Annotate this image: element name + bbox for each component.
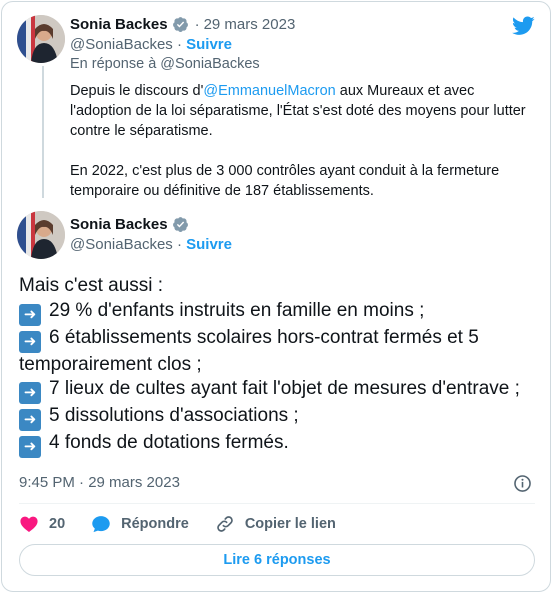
separator-dot: · [176, 236, 182, 253]
list-item-text: 5 dissolutions d'associations ; [49, 405, 299, 426]
tweet-embed-card: Sonia Backes · 29 mars 2023 @SoniaBackes… [1, 1, 551, 592]
main-tweet-text: Mais c'est aussi : ➜ 29 % d'enfants instr… [19, 274, 539, 458]
right-arrow-icon: ➜ [19, 382, 41, 404]
avatar[interactable] [17, 15, 65, 63]
tweet-timestamp[interactable]: 9:45 PM · 29 mars 2023 [19, 474, 180, 491]
list-item: ➜ 4 fonds de dotations fermés. [19, 431, 539, 458]
list-item: ➜ 6 établissements scolaires hors-contrat… [19, 326, 539, 378]
verified-badge-icon [172, 17, 188, 32]
read-replies-button[interactable]: Lire 6 réponses [19, 544, 535, 576]
tweet-date[interactable]: 29 mars 2023 [204, 16, 296, 33]
reply-button[interactable]: Répondre [91, 514, 189, 534]
list-item: ➜ 29 % d'enfants instruits en famille en … [19, 299, 539, 326]
author-handle[interactable]: @SoniaBackes [70, 236, 173, 253]
verified-badge-icon [172, 217, 188, 232]
list-item-text: 4 fonds de dotations fermés. [49, 432, 289, 453]
copy-link-button[interactable]: Copier le lien [215, 514, 336, 534]
mention-link[interactable]: @EmmanuelMacron [203, 83, 335, 99]
parent-paragraph-2: En 2022, c'est plus de 3 000 contrôles a… [70, 163, 500, 199]
follow-link[interactable]: Suivre [186, 236, 232, 253]
avatar[interactable] [17, 211, 65, 259]
separator-dot: · [194, 16, 200, 33]
link-icon [217, 516, 233, 532]
author-handle[interactable]: @SoniaBackes [70, 36, 173, 53]
tweet-actions: 20 Répondre Copier le lien [19, 514, 336, 534]
list-item-text: 7 lieux de cultes ayant fait l'objet de … [49, 378, 520, 399]
parent-handle-row: @SoniaBackes · Suivre [70, 36, 232, 53]
info-icon[interactable] [513, 474, 532, 493]
reply-label: Répondre [121, 516, 189, 532]
reply-context: En réponse à @SoniaBackes [70, 56, 260, 72]
copy-link-label: Copier le lien [244, 516, 336, 532]
like-button[interactable]: 20 [19, 514, 65, 534]
right-arrow-icon: ➜ [19, 330, 41, 353]
list-item: ➜ 7 lieux de cultes ayant fait l'objet de… [19, 377, 539, 404]
main-author-row: Sonia Backes [70, 216, 189, 233]
twitter-bird-icon[interactable] [512, 16, 535, 36]
tweet-intro: Mais c'est aussi : [19, 275, 164, 296]
like-count: 20 [49, 516, 66, 532]
list-item: ➜ 5 dissolutions d'associations ; [19, 404, 539, 431]
right-arrow-icon: ➜ [19, 303, 41, 326]
author-name[interactable]: Sonia Backes [70, 216, 168, 233]
list-item-text: 6 établissements scolaires hors-contrat … [19, 326, 479, 375]
parent-tweet-text: Depuis le discours d'@EmmanuelMacron aux… [70, 81, 540, 221]
divider [19, 503, 535, 504]
main-handle-row: @SoniaBackes · Suivre [70, 236, 232, 253]
parent-paragraph-1: Depuis le discours d'@EmmanuelMacron aux… [70, 81, 540, 141]
reply-prefix: En réponse à [70, 56, 157, 72]
parent-author-row: Sonia Backes · 29 mars 2023 [70, 16, 295, 33]
thread-connector-line [42, 66, 44, 198]
right-arrow-icon: ➜ [19, 436, 41, 458]
heart-icon [20, 516, 38, 532]
author-name[interactable]: Sonia Backes [70, 16, 168, 33]
separator-dot: · [176, 36, 182, 53]
follow-link[interactable]: Suivre [186, 36, 232, 53]
speech-bubble-icon [92, 516, 110, 533]
reply-handle[interactable]: @SoniaBackes [160, 56, 259, 72]
right-arrow-icon: ➜ [19, 409, 41, 431]
text-segment: Depuis le discours d' [70, 83, 204, 99]
list-item-text: 29 % d'enfants instruits en famille en m… [49, 299, 425, 321]
